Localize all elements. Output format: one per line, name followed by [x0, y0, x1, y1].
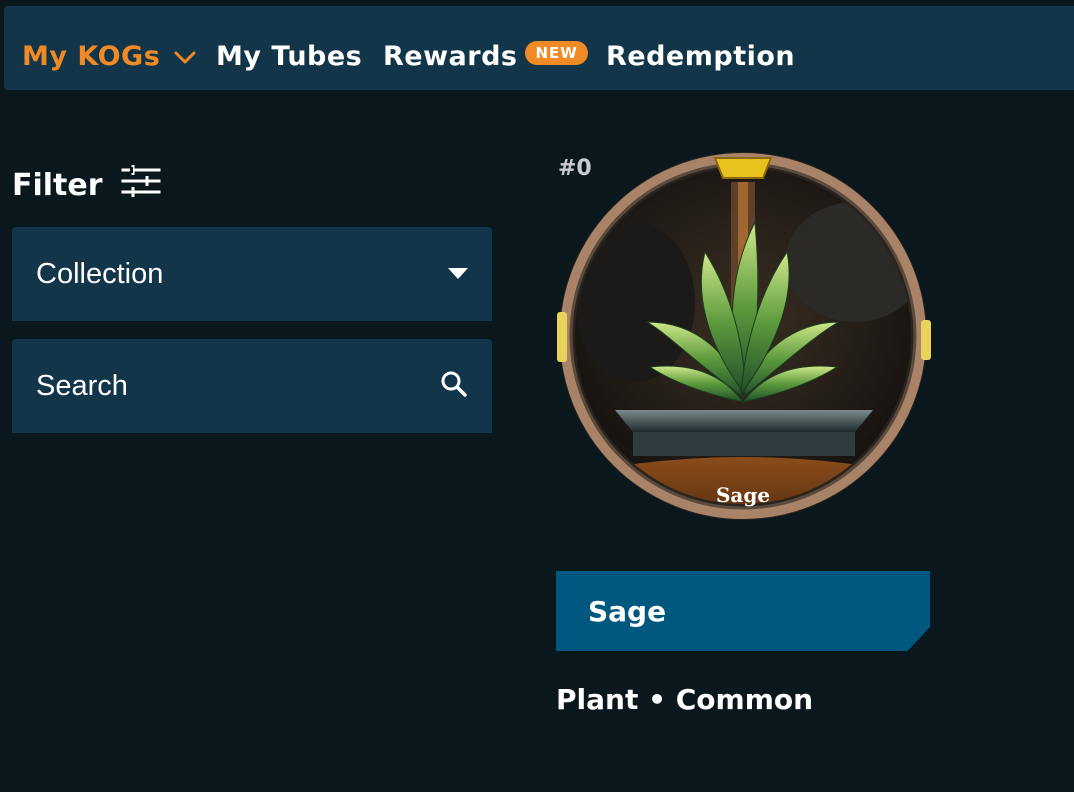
card-rarity: Common: [675, 683, 814, 716]
nav-my-tubes-label: My Tubes: [216, 40, 363, 72]
nav-redemption[interactable]: Redemption: [606, 36, 795, 76]
caret-down-icon: [448, 265, 468, 284]
nav-rewards[interactable]: Rewards NEW: [383, 36, 588, 76]
search-input[interactable]: Search: [12, 339, 492, 433]
nav-my-tubes[interactable]: My Tubes: [216, 36, 362, 76]
nav-redemption-label: Redemption: [606, 40, 796, 72]
meta-separator: •: [648, 683, 666, 716]
card-type: Plant: [556, 683, 639, 716]
chevron-down-icon: [174, 41, 196, 72]
medal-label: Sage: [716, 483, 770, 507]
filter-title: Filter: [12, 167, 103, 203]
top-nav-bar: My KOGs My Tubes Rewards NEW Redemption: [4, 6, 1074, 90]
filter-heading: Filter: [12, 163, 161, 207]
card-name: Sage: [588, 594, 667, 628]
card-meta: Plant • Common: [556, 683, 813, 716]
search-placeholder: Search: [36, 369, 128, 402]
sliders-icon[interactable]: [121, 164, 161, 206]
nav-my-kogs-label: My KOGs: [22, 40, 161, 72]
collection-label: Collection: [36, 257, 164, 290]
new-badge: NEW: [525, 41, 588, 65]
card-name-bar[interactable]: Sage: [556, 571, 930, 651]
nav-rewards-label: Rewards: [383, 40, 518, 72]
search-icon[interactable]: [440, 370, 468, 402]
collection-dropdown[interactable]: Collection: [12, 227, 492, 321]
nav-my-kogs[interactable]: My KOGs: [22, 36, 196, 76]
kog-card-image[interactable]: Sage: [555, 152, 933, 520]
